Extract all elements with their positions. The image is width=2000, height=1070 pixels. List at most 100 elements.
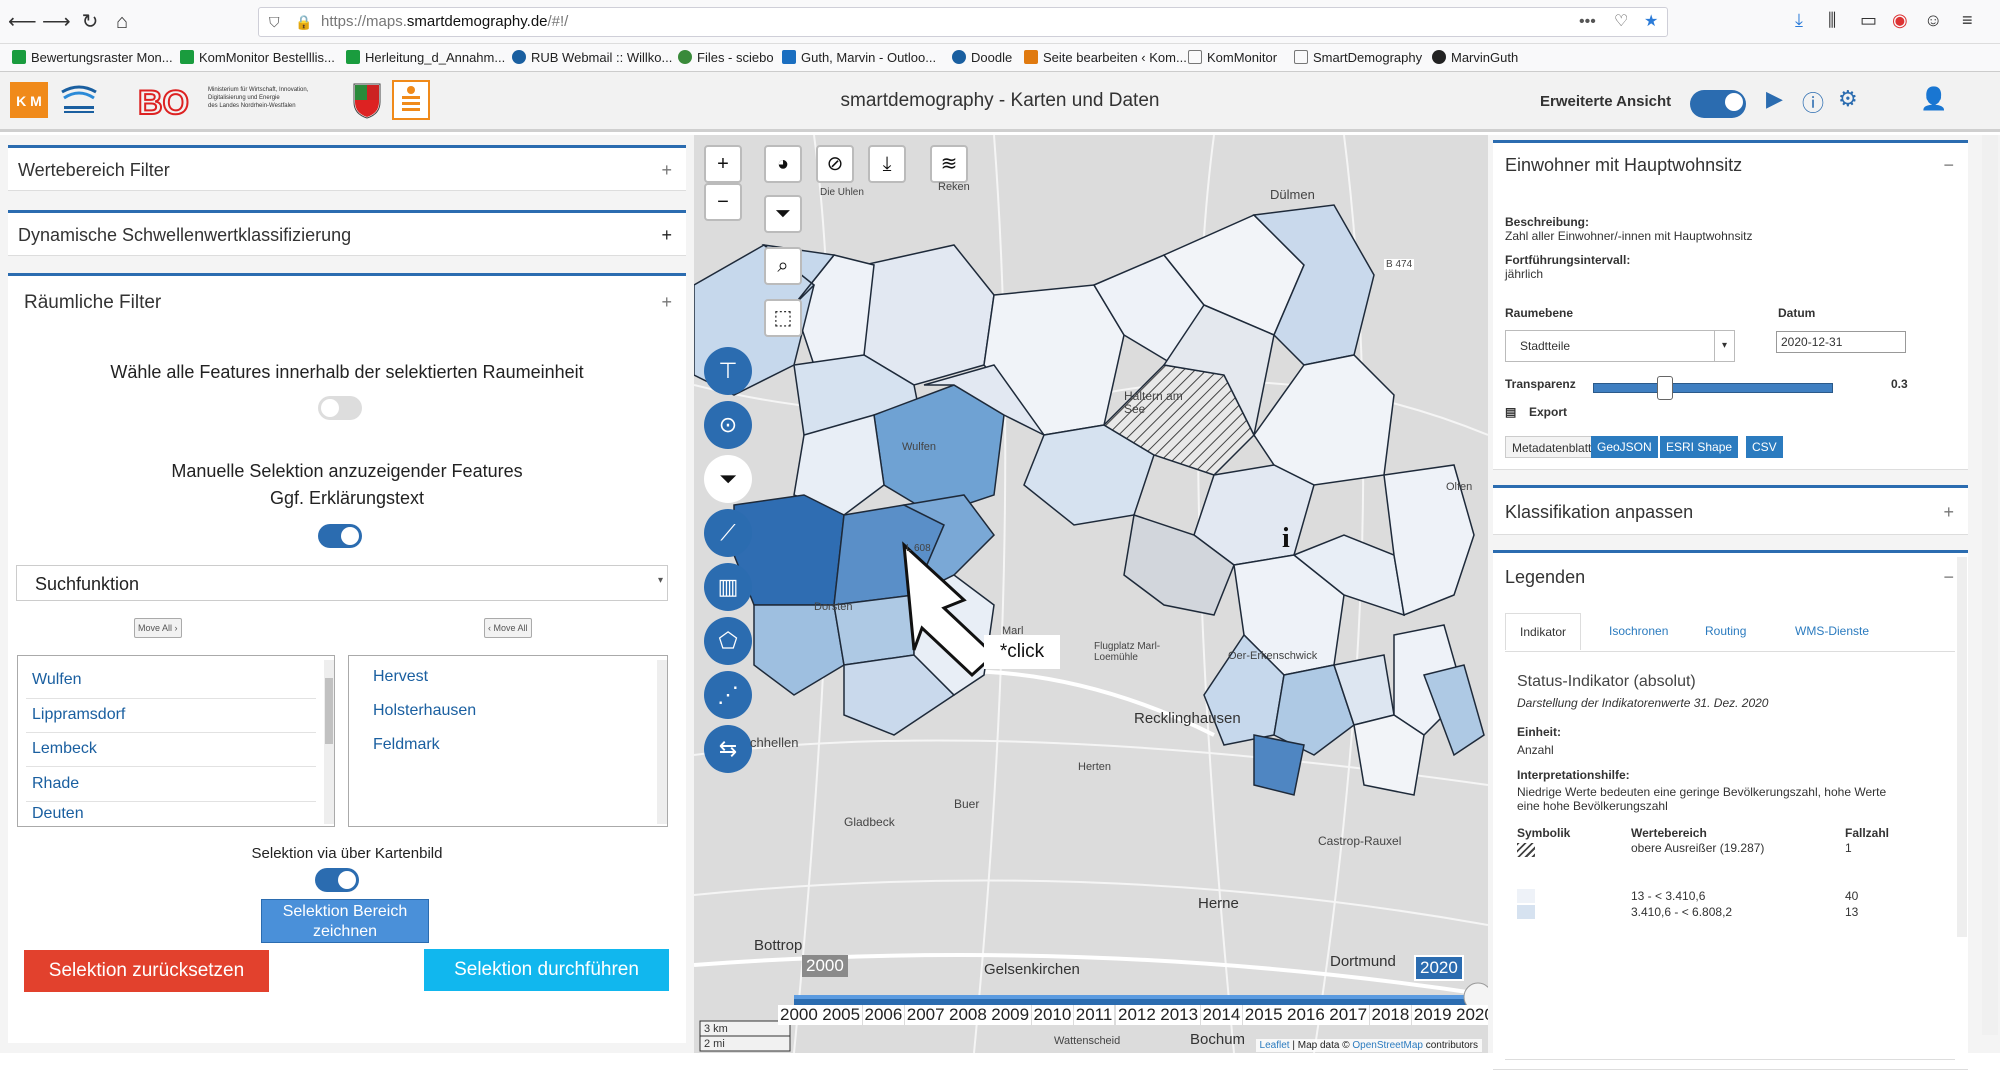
hierarchy-icon[interactable]: ⊤ — [704, 347, 752, 395]
move-all-left-button[interactable]: ‹ Move All — [484, 618, 532, 638]
classification-box[interactable]: Klassifikation anpassen + — [1493, 485, 1968, 535]
pocket-icon[interactable]: ♡ — [1614, 8, 1628, 36]
tab-indicator[interactable]: Indikator — [1505, 613, 1582, 650]
timeline-year[interactable]: 2018 — [1369, 1005, 1412, 1025]
timeline-year[interactable]: 2017 — [1327, 1005, 1370, 1025]
plus-icon[interactable]: + — [661, 292, 672, 313]
reset-selection-button[interactable]: Selektion zurücksetzen — [24, 950, 269, 992]
sidebar-icon[interactable]: ▭ — [1860, 10, 1877, 31]
download-map-icon[interactable]: ⤓ — [868, 145, 906, 183]
timeline-year[interactable]: 2016 — [1285, 1005, 1327, 1025]
bookmark-item[interactable]: Guth, Marvin - Outloo... — [782, 50, 936, 65]
reload-icon[interactable]: ↻ — [76, 8, 104, 36]
filter-sidebar-icon[interactable]: ⏷ — [704, 455, 752, 503]
csv-button[interactable]: CSV — [1746, 436, 1783, 458]
url-bar[interactable]: ⛉ 🔒 https://maps.smartdemography.de/#!/ … — [258, 7, 1668, 37]
list-item[interactable]: Holsterhausen — [373, 702, 476, 720]
tab-routing[interactable]: Routing — [1705, 624, 1746, 638]
line-chart-icon[interactable]: ⟋ — [704, 509, 752, 557]
geojson-button[interactable]: GeoJSON — [1591, 436, 1658, 458]
select-within-toggle[interactable] — [318, 396, 362, 420]
addon-icon[interactable]: ◉ — [1892, 10, 1908, 31]
info-icon[interactable]: ⓘ — [1802, 86, 1824, 118]
more-icon[interactable]: ••• — [1579, 8, 1596, 36]
page-scrollbar[interactable] — [1982, 135, 1998, 1035]
move-all-right-button[interactable]: Move All › — [134, 618, 182, 638]
no-entry-icon[interactable]: ⊘ — [816, 145, 854, 183]
timeline-year[interactable]: 2007 — [904, 1005, 947, 1025]
select-area-icon[interactable]: ⬚ — [764, 299, 802, 337]
scatter-plot-icon[interactable]: ⋰ — [704, 671, 752, 719]
routing-icon[interactable]: ⇆ — [704, 725, 752, 773]
timeline-year[interactable]: 2012 — [1116, 1005, 1158, 1025]
download-icon[interactable]: ⤓ — [1795, 10, 1803, 31]
search-icon[interactable]: ⌕ — [764, 247, 802, 285]
leaflet-link[interactable]: Leaflet — [1260, 1040, 1290, 1051]
list-item[interactable]: Deuten — [32, 805, 84, 823]
globe-icon[interactable]: ◕ — [764, 145, 802, 183]
esri-shape-button[interactable]: ESRI Shape — [1660, 436, 1739, 458]
bookmark-item[interactable]: Herleitung_d_Annahm... — [346, 50, 505, 65]
timeline-year[interactable]: 2015 — [1242, 1005, 1285, 1025]
timeline-year[interactable]: 2010 — [1031, 1005, 1074, 1025]
back-icon[interactable]: ⟵ — [8, 8, 37, 36]
selected-features-list[interactable]: Hervest Holsterhausen Feldmark — [348, 655, 668, 827]
execute-selection-button[interactable]: Selektion durchführen — [424, 949, 669, 991]
timeline-year[interactable]: 2000 — [778, 1005, 820, 1025]
bookmark-item[interactable]: Seite bearbeiten ‹ Kom... — [1024, 50, 1187, 65]
plus-icon[interactable]: + — [661, 225, 672, 246]
zoom-out-button[interactable]: − — [704, 183, 742, 221]
bar-chart-icon[interactable]: ▥ — [704, 563, 752, 611]
bookmark-item[interactable]: KomMonitor Bestelllis... — [180, 50, 335, 65]
scrollbar-thumb[interactable] — [325, 678, 333, 744]
timeline-year[interactable]: 2006 — [862, 1005, 905, 1025]
available-features-list[interactable]: Wulfen Lippramsdorf Lembeck Rhade Deuten — [17, 655, 335, 827]
timeline-year[interactable]: 2009 — [989, 1005, 1032, 1025]
minus-icon[interactable]: − — [1943, 155, 1954, 176]
bookmark-star-icon[interactable]: ★ — [1644, 8, 1658, 36]
legend-scrollbar[interactable] — [1957, 557, 1967, 937]
timeline-year[interactable]: 2011 — [1073, 1005, 1115, 1025]
layers-icon[interactable]: ≋ — [930, 145, 968, 183]
zoom-in-button[interactable]: + — [704, 145, 742, 183]
timeline-year[interactable]: 2020 — [1454, 1005, 1488, 1025]
draw-area-button[interactable]: Selektion Bereich zeichnen — [261, 899, 429, 943]
bookmark-item[interactable]: Files - sciebo — [678, 50, 774, 65]
list-item[interactable]: Feldmark — [373, 736, 440, 754]
bookmark-folder[interactable]: SmartDemography — [1294, 50, 1422, 65]
plus-icon[interactable]: + — [1943, 502, 1954, 523]
metadata-button[interactable]: Metadatenblatt — [1505, 436, 1599, 458]
play-icon[interactable]: ▶ — [1766, 86, 1783, 112]
osm-link[interactable]: OpenStreetMap — [1352, 1040, 1423, 1051]
list-item[interactable]: Hervest — [373, 668, 428, 686]
list-item[interactable]: Rhade — [32, 775, 79, 793]
extended-view-toggle[interactable] — [1690, 90, 1746, 118]
tab-wms[interactable]: WMS-Dienste — [1795, 624, 1869, 638]
timeline-year[interactable]: 2008 — [947, 1005, 989, 1025]
transparency-slider[interactable] — [1593, 383, 1833, 393]
forward-icon[interactable]: ⟶ — [42, 8, 71, 36]
map-canvas[interactable]: i — [694, 135, 1488, 1053]
spatial-level-select[interactable]: Stadtteile ▾ — [1505, 330, 1735, 362]
bookmark-folder[interactable]: KomMonitor — [1188, 50, 1277, 65]
library-icon[interactable]: ⫼ — [1828, 10, 1836, 31]
plus-icon[interactable]: + — [661, 160, 672, 181]
date-input[interactable]: 2020-12-31 — [1776, 331, 1906, 353]
accordion-dynamic-threshold[interactable]: Dynamische Schwellenwertklassifizierung … — [8, 210, 686, 256]
timeline-year[interactable]: 2019 — [1411, 1005, 1454, 1025]
tab-isochrones[interactable]: Isochronen — [1609, 624, 1668, 638]
timeline-year[interactable]: 2013 — [1158, 1005, 1201, 1025]
home-icon[interactable]: ⌂ — [108, 8, 136, 36]
transparency-slider-handle[interactable] — [1657, 376, 1673, 400]
account-icon[interactable]: ☺ — [1924, 10, 1942, 31]
map-selection-toggle[interactable] — [315, 868, 359, 892]
location-pin-icon[interactable]: ⊙ — [704, 401, 752, 449]
timeline-year[interactable]: 2005 — [820, 1005, 863, 1025]
timeline-year[interactable]: 2014 — [1200, 1005, 1243, 1025]
bookmark-item[interactable]: Doodle — [952, 50, 1012, 65]
bookmark-item[interactable]: Bewertungsraster Mon... — [12, 50, 173, 65]
minus-icon[interactable]: − — [1943, 567, 1954, 588]
list-item[interactable]: Lembeck — [32, 740, 97, 758]
accordion-value-range-filter[interactable]: Wertebereich Filter + — [8, 145, 686, 191]
bookmark-item[interactable]: MarvinGuth — [1432, 50, 1518, 65]
